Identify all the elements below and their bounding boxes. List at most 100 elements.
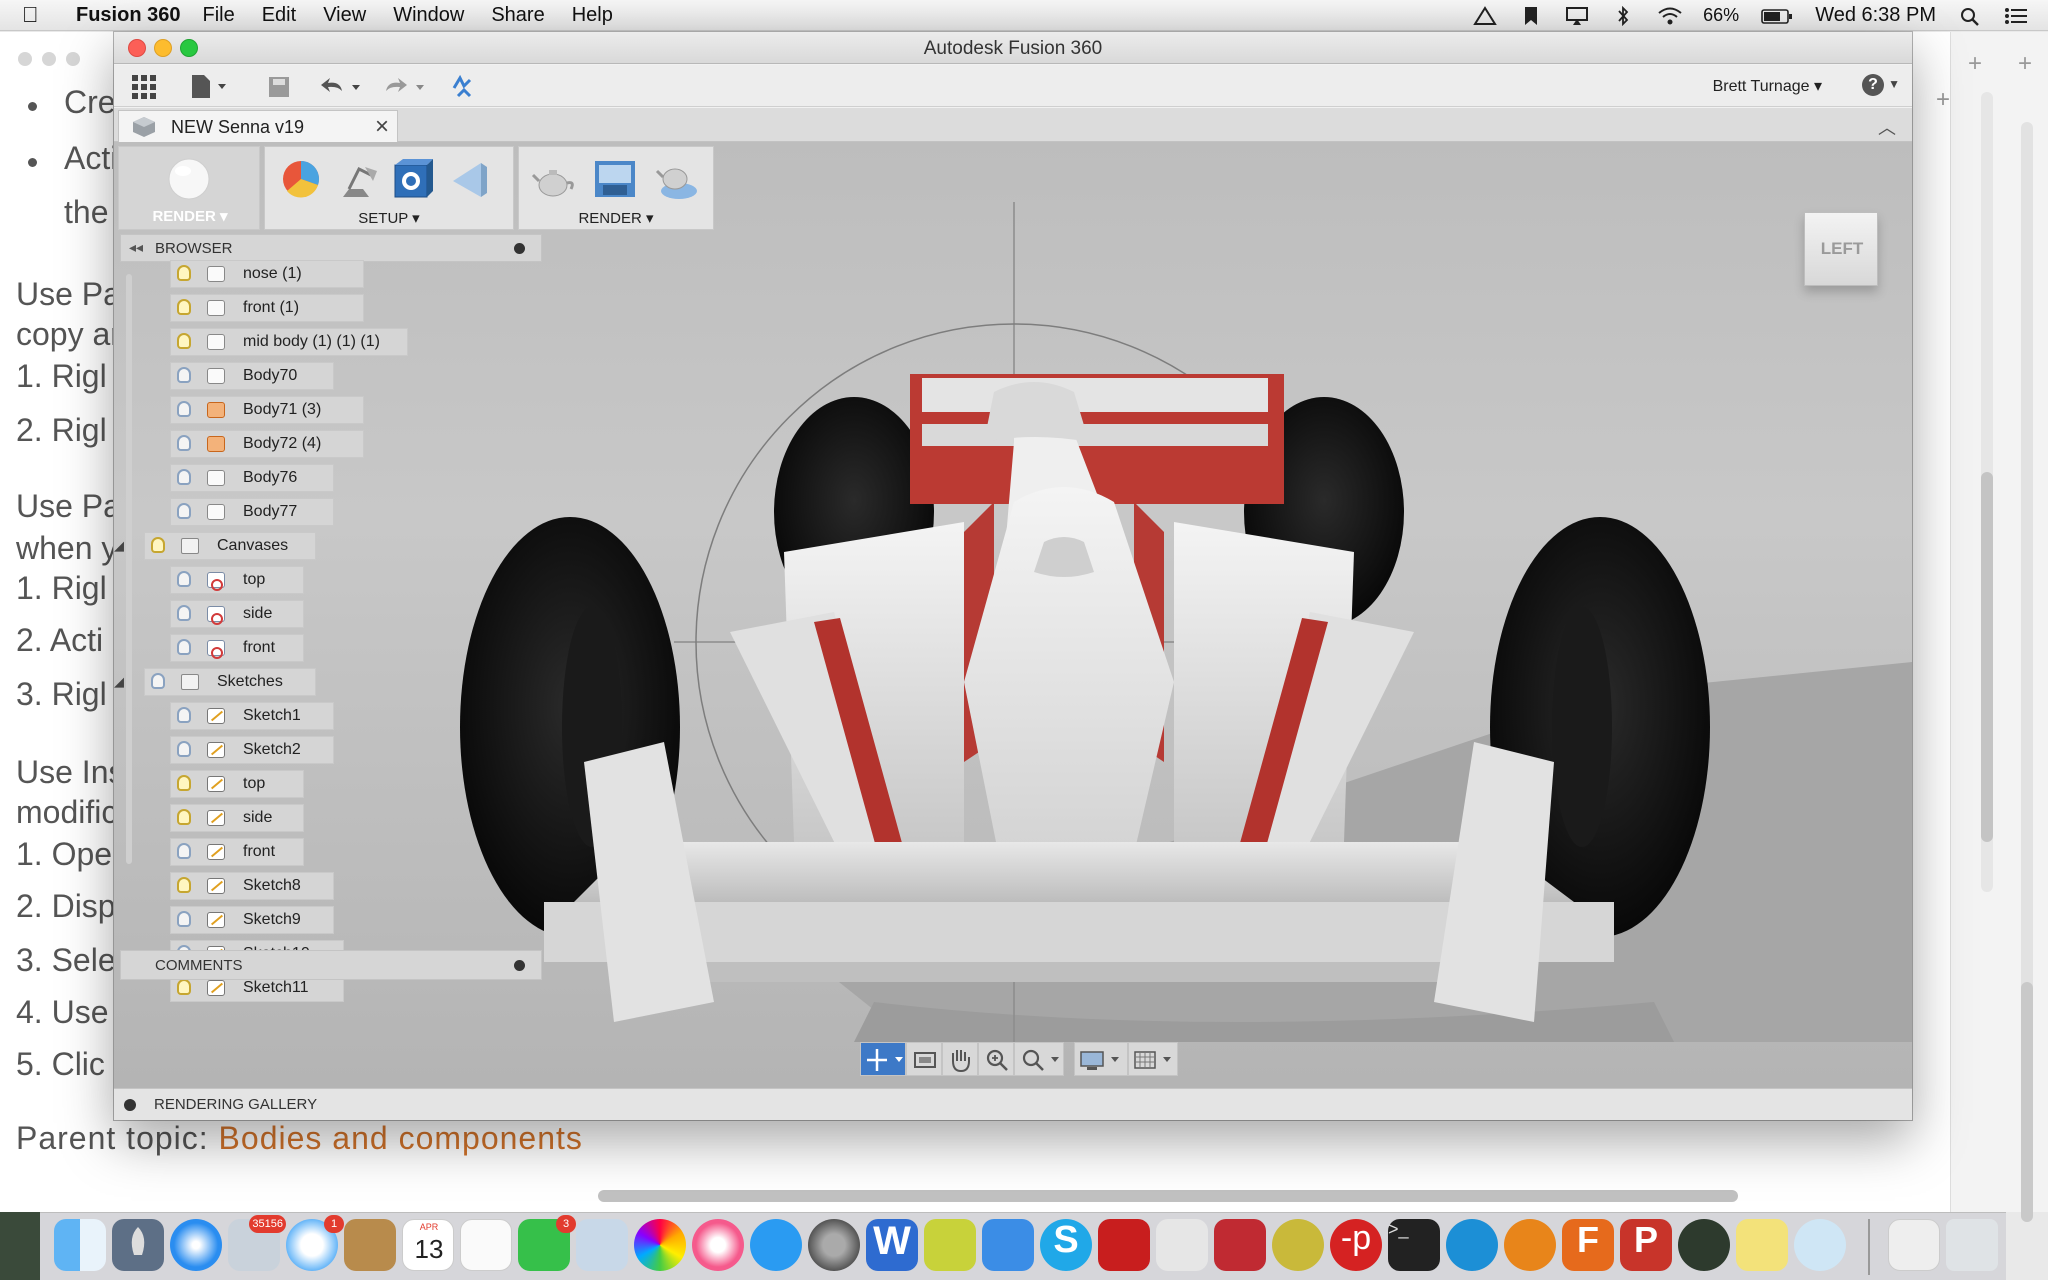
contacts-icon[interactable] [344, 1219, 396, 1271]
browser-item[interactable]: Sketch8 [170, 872, 334, 900]
c-app-icon[interactable] [1446, 1219, 1498, 1271]
visibility-bulb-icon[interactable] [177, 571, 191, 587]
facetime-icon[interactable]: 3 [518, 1215, 576, 1271]
visibility-bulb-icon[interactable] [177, 435, 191, 451]
appearance-icon[interactable] [279, 157, 323, 201]
trash-icon[interactable] [1946, 1219, 1998, 1271]
visibility-bulb-icon[interactable] [177, 503, 191, 519]
expand-folder-triangle-icon[interactable]: ◢ [114, 538, 124, 554]
browser-minimize-icon[interactable] [514, 243, 525, 254]
browser-item[interactable]: front (1) [170, 294, 364, 322]
visibility-bulb-icon[interactable] [177, 877, 191, 893]
zoom-icon[interactable] [978, 1042, 1014, 1076]
grid-settings-icon[interactable] [1128, 1042, 1178, 1076]
scrollbar-thumb[interactable] [2021, 982, 2033, 1222]
ray-trace-teapot-icon[interactable] [531, 157, 575, 201]
look-at-icon[interactable] [906, 1042, 942, 1076]
3d-cube-icon[interactable] [1214, 1219, 1266, 1271]
notification-center-icon[interactable] [2004, 6, 2028, 26]
blender-icon[interactable] [1504, 1219, 1556, 1271]
browser-item[interactable]: top [170, 770, 304, 798]
browser-item[interactable]: Body72 (4) [170, 430, 364, 458]
browser-item[interactable]: top [170, 566, 304, 594]
app-store-icon[interactable] [750, 1219, 802, 1271]
visibility-bulb-icon[interactable] [151, 537, 165, 553]
doc-horizontal-scrollbar[interactable] [598, 1190, 1738, 1202]
parent-topic-link[interactable]: Bodies and components [219, 1120, 583, 1156]
visibility-bulb-icon[interactable] [177, 401, 191, 417]
visibility-bulb-icon[interactable] [177, 775, 191, 791]
powerpoint-icon[interactable]: P [1620, 1219, 1672, 1271]
bluetooth-icon[interactable] [1611, 5, 1635, 26]
add-comment-icon[interactable] [514, 960, 525, 971]
help-button[interactable]: ? [1862, 74, 1884, 96]
bookmark-icon[interactable] [1519, 6, 1543, 26]
photo-stamp-icon[interactable]: 35156 [228, 1215, 286, 1271]
new-tab-plus-icon[interactable]: + [2018, 50, 2032, 78]
physical-material-lamp-icon[interactable] [335, 157, 379, 201]
3d-viewport[interactable]: RENDER ▾ SETUP ▾ RENDER ▾ ◂◂ BROWSER nos… [114, 142, 1912, 1088]
safari-compass-icon[interactable] [170, 1219, 222, 1271]
save-icon[interactable] [268, 76, 290, 103]
user-account-menu[interactable]: Brett Turnage ▾ [1713, 76, 1822, 96]
browser-item[interactable]: Sketch9 [170, 906, 334, 934]
visibility-bulb-icon[interactable] [177, 979, 191, 995]
calendar-icon[interactable]: APR 13 [402, 1219, 454, 1271]
visibility-bulb-icon[interactable] [177, 639, 191, 655]
visibility-bulb-icon[interactable] [177, 265, 191, 281]
new-tab-plus-icon[interactable]: + [1936, 86, 1950, 114]
browser-item[interactable]: Body76 [170, 464, 334, 492]
photos-icon[interactable] [634, 1219, 686, 1271]
notes-icon[interactable] [1736, 1219, 1788, 1271]
google-drive-icon[interactable] [1473, 5, 1497, 26]
fusion-360-dock-icon[interactable]: F [1562, 1219, 1614, 1271]
ibooks-icon[interactable] [982, 1219, 1034, 1271]
fit-zoom-window-icon[interactable] [1014, 1042, 1064, 1076]
job-status-icon[interactable] [450, 74, 476, 105]
preview-icon[interactable] [576, 1219, 628, 1271]
mesh-app-icon[interactable] [1272, 1219, 1324, 1271]
menu-share[interactable]: Share [491, 4, 544, 27]
texture-map-controls-icon[interactable] [447, 157, 491, 201]
redo-icon[interactable] [384, 75, 434, 104]
terminal-icon[interactable]: >_ [1388, 1219, 1440, 1271]
apple-menu-icon[interactable]:  [22, 2, 62, 28]
file-menu-icon[interactable] [190, 74, 234, 105]
setup-group-label[interactable]: SETUP ▾ [265, 209, 513, 227]
browser-item[interactable]: Body71 (3) [170, 396, 364, 424]
visibility-bulb-icon[interactable] [177, 843, 191, 859]
browser-item[interactable]: Sketch2 [170, 736, 334, 764]
collapse-panel-icon[interactable]: ◂◂ [129, 239, 143, 256]
orbit-tool-icon[interactable] [860, 1042, 906, 1076]
workspace-switcher[interactable]: RENDER ▾ [118, 146, 260, 230]
preview-eye-icon[interactable] [1794, 1219, 1846, 1271]
visibility-bulb-icon[interactable] [177, 333, 191, 349]
visibility-bulb-icon[interactable] [177, 367, 191, 383]
menu-help[interactable]: Help [572, 4, 613, 27]
browser-item[interactable]: nose (1) [170, 260, 364, 288]
browser-item[interactable]: Body77 [170, 498, 334, 526]
visibility-bulb-icon[interactable] [177, 741, 191, 757]
collapse-toolbar-chevron-icon[interactable]: ︿ [1878, 114, 1896, 140]
system-preferences-gear-icon[interactable] [808, 1219, 860, 1271]
browser-item[interactable]: side [170, 804, 304, 832]
expand-gallery-icon[interactable] [124, 1099, 136, 1111]
viewcube[interactable]: LEFT [1804, 212, 1878, 286]
browser-item[interactable]: Sketch1 [170, 702, 334, 730]
menu-view[interactable]: View [323, 4, 366, 27]
music-icon[interactable] [692, 1219, 744, 1271]
shapes-app-icon[interactable] [1156, 1219, 1208, 1271]
visibility-bulb-icon[interactable] [177, 469, 191, 485]
scrollbar-thumb[interactable] [1981, 472, 1993, 842]
reminders-icon[interactable] [460, 1219, 512, 1271]
finder-icon[interactable] [54, 1219, 106, 1271]
browser-item[interactable]: side [170, 600, 304, 628]
battery-icon[interactable] [1761, 6, 1793, 26]
undo-icon[interactable] [320, 75, 370, 104]
render-to-file-icon[interactable] [593, 157, 637, 201]
new-tab-plus-icon[interactable]: + [1968, 50, 1982, 78]
browser-header[interactable]: ◂◂ BROWSER [120, 234, 542, 262]
launchpad-rocket-icon[interactable] [112, 1219, 164, 1271]
comments-panel[interactable]: COMMENTS [120, 950, 542, 980]
close-tab-icon[interactable]: × [375, 113, 389, 141]
